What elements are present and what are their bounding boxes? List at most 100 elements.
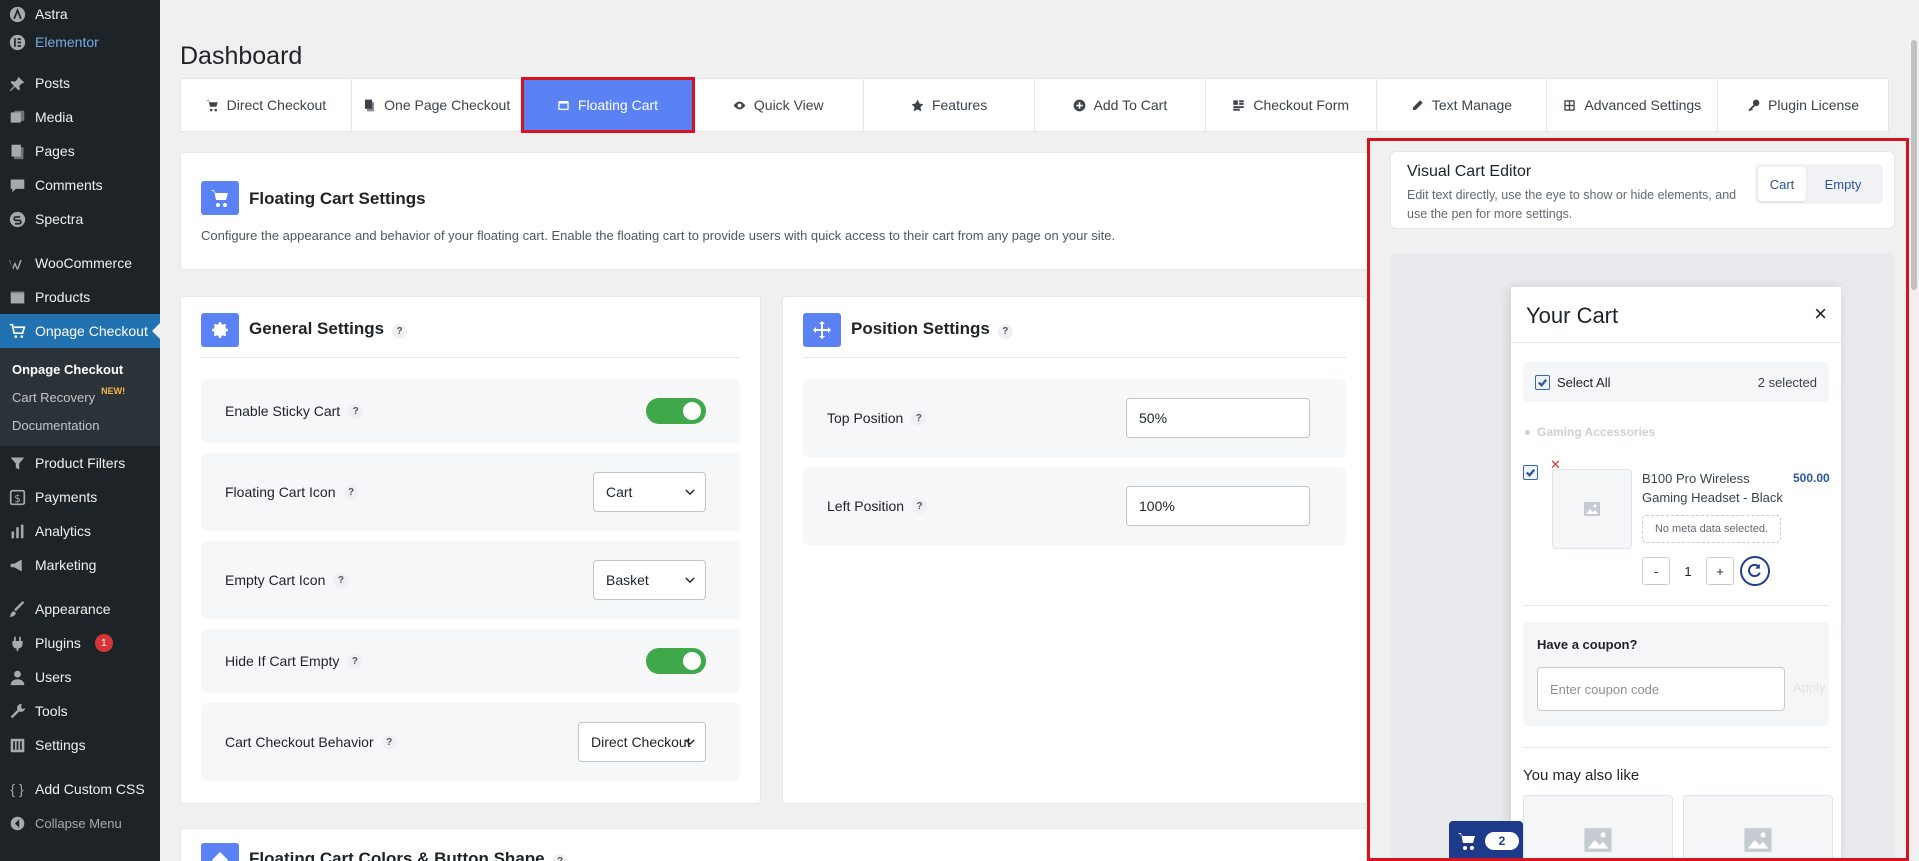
tab-label: Features (931, 97, 988, 113)
top-position-input[interactable]: 50% (1126, 398, 1310, 438)
floating-cart-icon-select[interactable]: Cart (593, 472, 706, 512)
tab-advanced-settings[interactable]: Advanced Settings (1547, 79, 1719, 131)
row-label: Hide If Cart Empty (225, 653, 340, 669)
sidebar-item-elementor[interactable]: Elementor (0, 28, 160, 56)
sidebar-item-analytics[interactable]: Analytics (0, 514, 160, 548)
help-icon[interactable]: ? (381, 734, 397, 750)
qty-minus-button[interactable]: - (1642, 557, 1670, 585)
cart-checkout-behavior-select[interactable]: Direct Checkout (578, 722, 706, 762)
help-icon[interactable]: ? (552, 854, 568, 861)
tab-label: Direct Checkout (226, 97, 327, 113)
sidebar-item-plugins[interactable]: Plugins 1 (0, 626, 160, 660)
cart-icon (206, 99, 218, 111)
select-all-label: Select All (1557, 374, 1611, 390)
astra-icon (8, 5, 26, 23)
coupon-title: Have a coupon? (1537, 637, 1638, 652)
sidebar-item-onpage-checkout[interactable]: Onpage Checkout (0, 314, 160, 348)
gear-icon (201, 313, 239, 347)
sidebar-item-label: Spectra (35, 211, 84, 227)
sidebar-item-woocommerce[interactable]: WooCommerce (0, 246, 160, 280)
sidebar-item-posts[interactable]: Posts (0, 66, 160, 100)
sidebar-item-products[interactable]: Products (0, 280, 160, 314)
close-icon[interactable]: × (1814, 301, 1827, 327)
megaphone-icon (8, 556, 26, 574)
hide-if-cart-empty-toggle[interactable] (646, 648, 706, 674)
help-icon[interactable]: ? (348, 403, 364, 419)
sidebar-item-marketing[interactable]: Marketing (0, 548, 160, 582)
chevron-down-icon (685, 739, 695, 746)
left-position-input[interactable]: 100% (1126, 486, 1310, 526)
plugin-icon (8, 634, 26, 652)
apply-coupon-button[interactable]: Apply (1793, 680, 1826, 695)
sidebar-item-comments[interactable]: Comments (0, 168, 160, 202)
cart-mode-button[interactable]: Cart (1758, 167, 1806, 201)
item-checkbox[interactable] (1523, 465, 1538, 480)
coupon-input[interactable]: Enter coupon code (1537, 667, 1785, 711)
help-icon[interactable]: ? (912, 498, 928, 514)
upsell-product-2[interactable] (1683, 795, 1833, 858)
row-label: Top Position (827, 410, 904, 426)
sidebar-item-payments[interactable]: $ Payments (0, 480, 160, 514)
sidebar-item-media[interactable]: Media (0, 100, 160, 134)
colors-label: Floating Cart Colors & Button Shape (249, 849, 545, 861)
help-icon[interactable]: ? (347, 653, 363, 669)
cart-icon (8, 322, 26, 340)
submenu-item-documentation[interactable]: Documentation (0, 411, 160, 439)
scrollbar-thumb[interactable] (1911, 40, 1917, 290)
chevron-down-icon (685, 489, 695, 496)
tab-text-manage[interactable]: Text Manage (1377, 79, 1548, 131)
select-all-checkbox[interactable] (1535, 374, 1550, 390)
sidebar-item-astra[interactable]: Astra (0, 0, 160, 28)
media-icon (8, 108, 26, 126)
tab-checkout-form[interactable]: Checkout Form (1206, 79, 1377, 131)
tab-one-page-checkout[interactable]: One Page Checkout (352, 79, 523, 131)
tab-plugin-license[interactable]: Plugin License (1718, 79, 1888, 131)
image-icon (1584, 828, 1612, 852)
empty-mode-button[interactable]: Empty (1806, 177, 1880, 192)
floating-cart-description: Configure the appearance and behavior of… (201, 228, 1116, 243)
sidebar-item-add-custom-css[interactable]: { } Add Custom CSS (0, 772, 160, 806)
row-left-position: Left Position? 100% (803, 467, 1346, 545)
refresh-icon[interactable] (1740, 556, 1770, 586)
sidebar-item-spectra[interactable]: Spectra (0, 202, 160, 236)
sidebar-collapse-menu[interactable]: Collapse Menu (0, 806, 160, 840)
help-icon[interactable]: ? (997, 324, 1013, 339)
submenu-item-onpage-checkout[interactable]: Onpage Checkout (0, 355, 160, 383)
sidebar-item-settings[interactable]: Settings (0, 728, 160, 762)
empty-cart-icon-select[interactable]: Basket (593, 560, 706, 600)
visual-cart-editor-panel: Visual Cart Editor Edit text directly, u… (1367, 138, 1909, 861)
tab-features[interactable]: Features (864, 79, 1035, 131)
enable-sticky-cart-toggle[interactable] (646, 398, 706, 424)
tab-direct-checkout[interactable]: Direct Checkout (181, 79, 352, 131)
qty-plus-button[interactable]: + (1706, 557, 1734, 585)
help-icon[interactable]: ? (392, 324, 408, 339)
tab-floating-cart[interactable]: Floating Cart (520, 77, 696, 133)
floating-cart-button[interactable]: 2 (1449, 821, 1523, 858)
tab-add-to-cart[interactable]: Add To Cart (1035, 79, 1206, 131)
sidebar-item-label: Tools (35, 703, 68, 719)
scrollbar[interactable] (1909, 0, 1919, 861)
sidebar-item-pages[interactable]: Pages (0, 134, 160, 168)
help-icon[interactable]: ? (333, 572, 349, 588)
sidebar-item-users[interactable]: Users (0, 660, 160, 694)
cart-icon (201, 181, 239, 215)
upsell-product-1[interactable] (1523, 795, 1673, 858)
tab-label: Floating Cart (577, 97, 659, 113)
qty-value[interactable]: 1 (1674, 557, 1702, 585)
palette-icon (201, 843, 239, 861)
cart-drawer: Your Cart × Select All 2 selected Gaming… (1511, 287, 1841, 858)
sidebar-submenu: Onpage Checkout Cart Recovery NEW! Docume… (0, 348, 160, 446)
sidebar-item-label: Elementor (35, 34, 99, 50)
divider (201, 357, 740, 358)
chart-icon (8, 522, 26, 540)
help-icon[interactable]: ? (911, 410, 927, 426)
sidebar-item-product-filters[interactable]: Product Filters (0, 446, 160, 480)
tab-quick-view[interactable]: Quick View (693, 79, 865, 131)
help-icon[interactable]: ? (343, 484, 359, 500)
submenu-item-cart-recovery[interactable]: Cart Recovery NEW! (0, 383, 160, 411)
sidebar-item-tools[interactable]: Tools (0, 694, 160, 728)
select-value: Cart (606, 484, 633, 500)
sidebar-item-appearance[interactable]: Appearance (0, 592, 160, 626)
selected-count: 2 selected (1757, 374, 1817, 390)
sidebar-item-label: Astra (35, 6, 68, 22)
